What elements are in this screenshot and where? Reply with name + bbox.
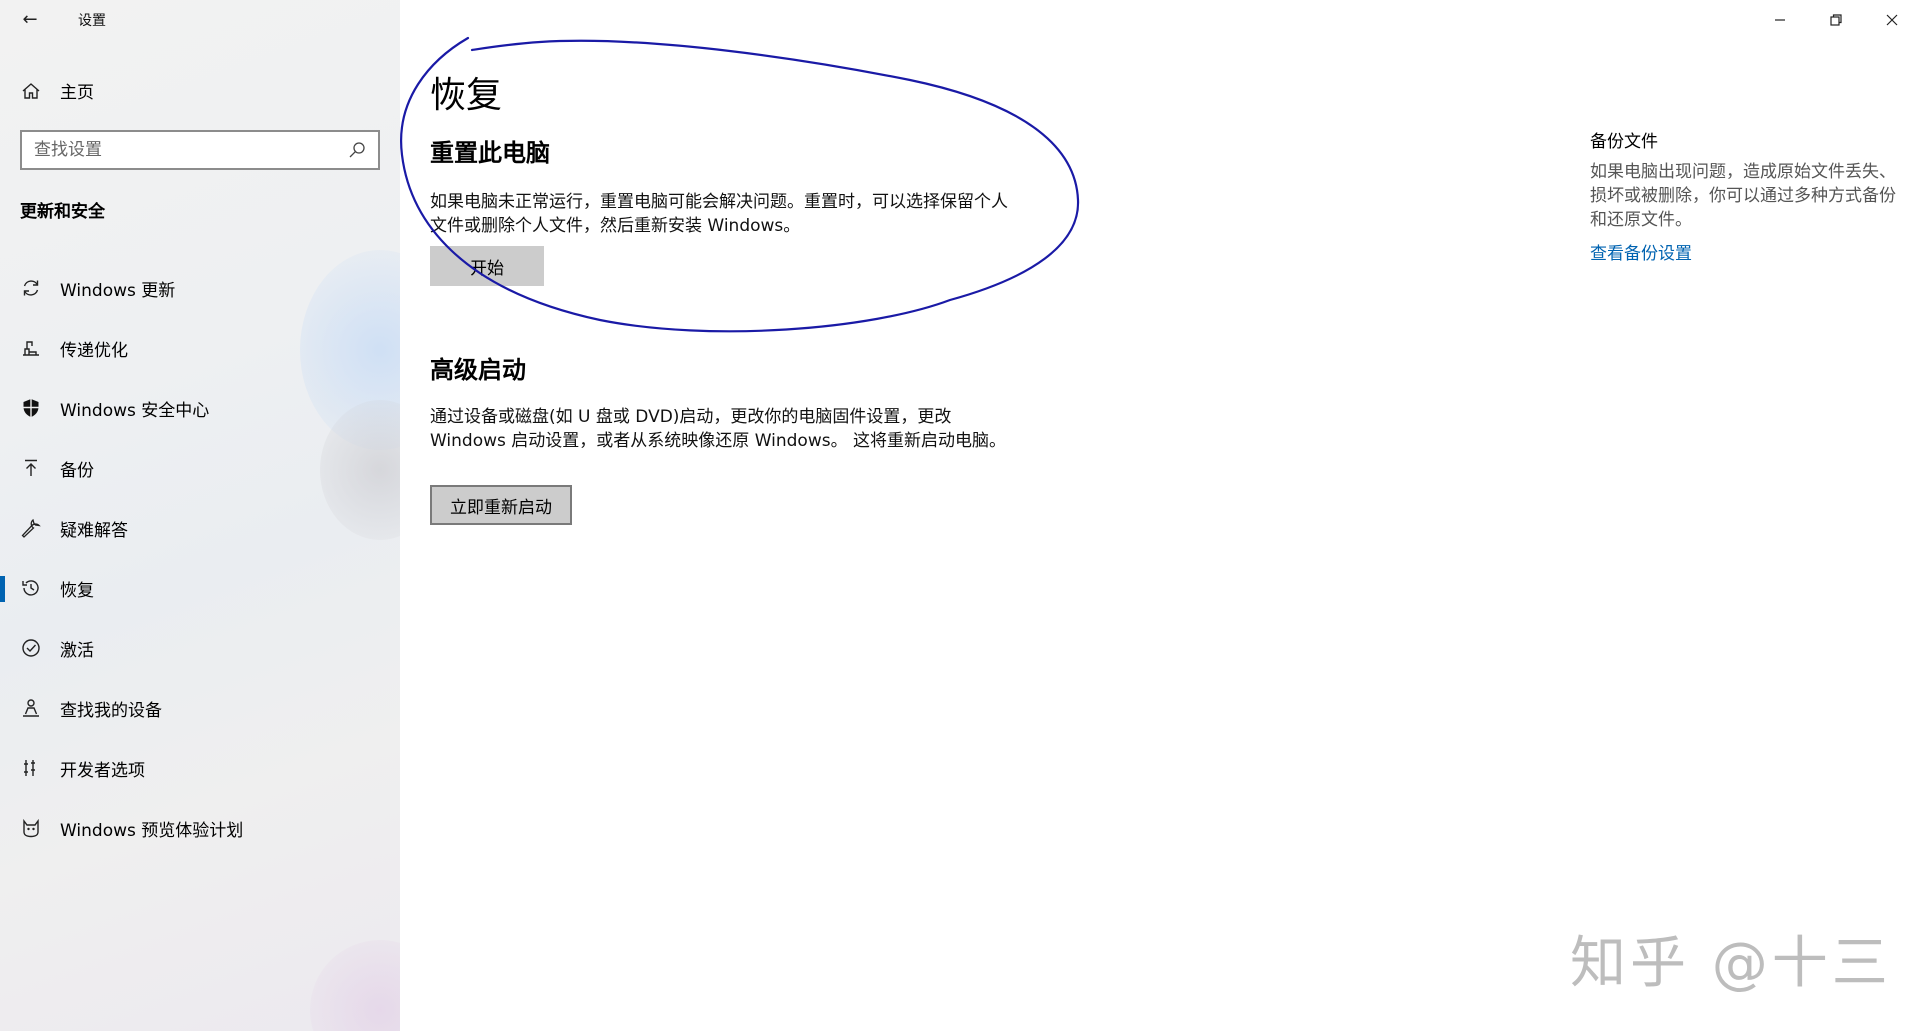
sidebar-item-troubleshoot[interactable]: 疑难解答 (0, 498, 400, 558)
search-box[interactable] (20, 130, 380, 170)
reset-pc-description: 如果电脑未正常运行，重置电脑可能会解决问题。重置时，可以选择保留个人文件或删除个… (430, 192, 1008, 236)
get-started-button[interactable]: 开始 (430, 246, 544, 286)
watermark: 知乎 @十三 (1570, 931, 1892, 996)
view-backup-settings-link[interactable]: 查看备份设置 (1590, 239, 1692, 264)
sidebar-item-backup[interactable]: 备份 (0, 438, 400, 498)
shield-icon (23, 399, 39, 417)
sidebar-item-activation[interactable]: 激活 (0, 618, 400, 678)
refresh-icon (23, 280, 39, 296)
sidebar-item-label: 开发者选项 (60, 760, 145, 781)
insider-cat-icon (23, 818, 39, 838)
window-controls (1752, 0, 1920, 40)
sidebar-item-label: Windows 预览体验计划 (60, 820, 244, 841)
sidebar-item-label: 恢复 (60, 580, 94, 601)
sidebar-item-developer-options[interactable]: 开发者选项 (0, 738, 400, 798)
home-link[interactable]: 主页 (20, 78, 94, 103)
check-circle-icon (22, 639, 40, 657)
page-title: 恢复 (430, 75, 503, 116)
home-label: 主页 (60, 83, 94, 103)
backup-files-description: 如果电脑出现问题，造成原始文件丢失、损坏或被删除，你可以通过多种方式备份和还原文… (1590, 162, 1896, 230)
close-button[interactable] (1864, 0, 1920, 40)
search-icon[interactable] (348, 141, 366, 159)
restart-now-button[interactable]: 立即重新启动 (430, 485, 572, 525)
back-arrow-icon[interactable]: ← (18, 8, 42, 32)
acrylic-highlight (310, 940, 400, 1031)
developer-icon (24, 760, 35, 776)
advanced-startup-heading: 高级启动 (430, 356, 526, 384)
sidebar-item-label: 激活 (60, 640, 94, 661)
backup-arrow-icon (25, 459, 37, 476)
reset-pc-heading: 重置此电脑 (430, 139, 550, 167)
sidebar-item-label: 查找我的设备 (60, 700, 162, 721)
sidebar-item-label: 传递优化 (60, 340, 128, 361)
restore-button[interactable] (1808, 0, 1864, 40)
history-icon (22, 580, 39, 596)
main-pane (400, 0, 1920, 1031)
home-icon (22, 82, 40, 99)
sidebar-item-recovery[interactable]: 恢复 (0, 558, 400, 618)
backup-files-heading: 备份文件 (1590, 132, 1658, 152)
wrench-icon (21, 518, 41, 538)
window-title: 设置 (78, 13, 106, 29)
restore-icon (1830, 14, 1842, 26)
sidebar-nav: Windows 更新 传递优化 Windows 安全中心 备份 疑难解答 恢复 … (0, 258, 400, 858)
sidebar-item-label: 疑难解答 (60, 520, 128, 541)
search-input[interactable] (34, 140, 348, 160)
minimize-icon (1775, 19, 1785, 21)
sidebar-item-label: Windows 更新 (60, 280, 176, 301)
sidebar-item-label: Windows 安全中心 (60, 400, 210, 421)
minimize-button[interactable] (1752, 0, 1808, 40)
sidebar-item-windows-update[interactable]: Windows 更新 (0, 258, 400, 318)
person-pin-icon (23, 699, 39, 717)
sidebar: ← 设置 主页 更新和安全 Windows 更新 传递优化 (0, 0, 400, 1031)
section-title: 更新和安全 (20, 202, 105, 222)
advanced-startup-description: 通过设备或磁盘(如 U 盘或 DVD)启动，更改你的电脑固件设置，更改 Wind… (430, 407, 1006, 451)
sidebar-item-windows-security[interactable]: Windows 安全中心 (0, 378, 400, 438)
delivery-icon (23, 341, 39, 356)
sidebar-item-windows-insider[interactable]: Windows 预览体验计划 (0, 798, 400, 858)
sidebar-item-find-my-device[interactable]: 查找我的设备 (0, 678, 400, 738)
sidebar-item-label: 备份 (60, 460, 94, 481)
sidebar-item-delivery-optimization[interactable]: 传递优化 (0, 318, 400, 378)
close-icon (1886, 14, 1898, 26)
